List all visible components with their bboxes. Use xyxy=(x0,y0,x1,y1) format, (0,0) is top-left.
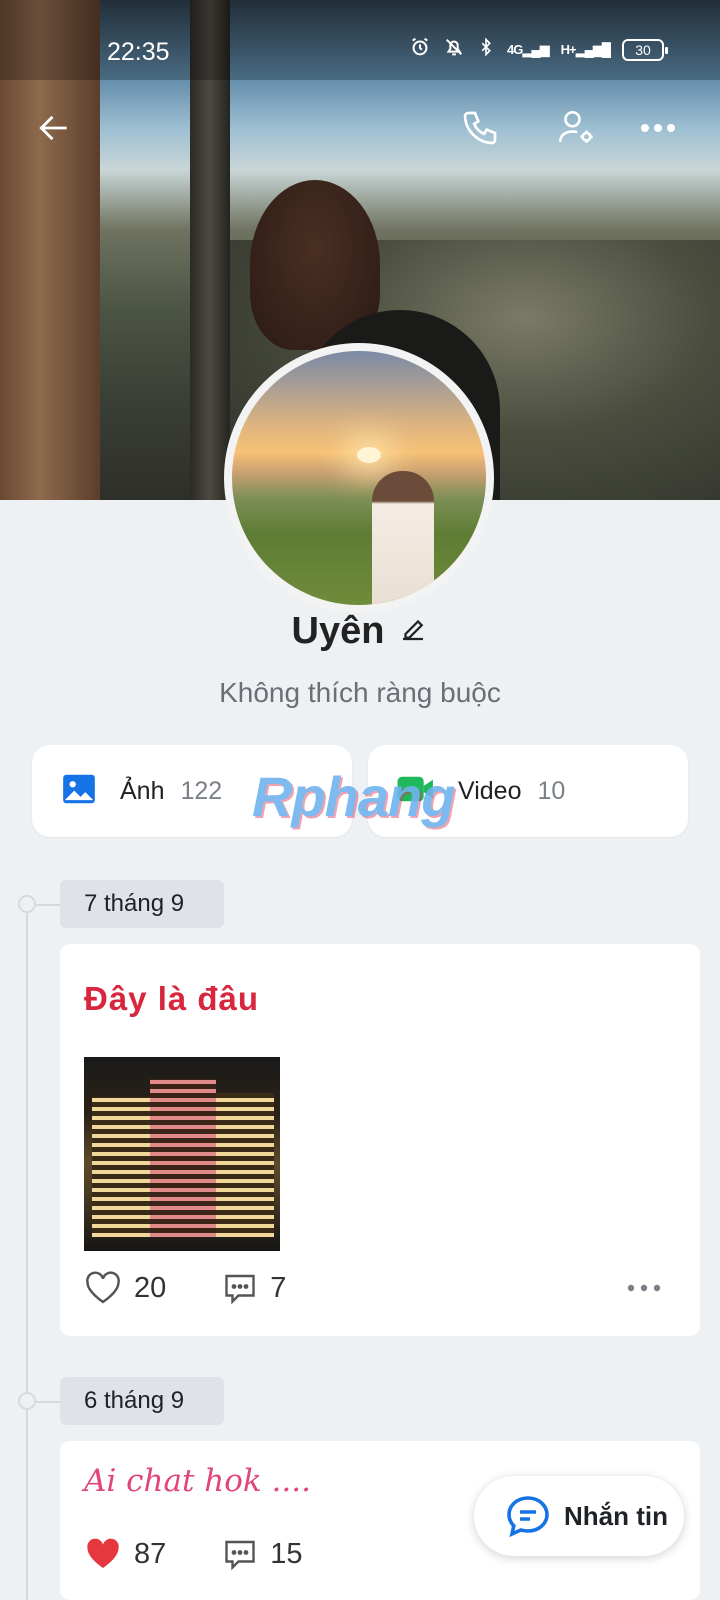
profile-name: Uyên xyxy=(291,610,385,652)
chat-bubble-icon xyxy=(507,1496,549,1538)
image-icon xyxy=(60,770,98,813)
user-settings-icon xyxy=(558,110,593,143)
post-more-button[interactable] xyxy=(626,1267,662,1301)
alarm-icon xyxy=(409,36,431,64)
timeline-dot xyxy=(18,1392,36,1410)
status-bar: 22:35 4G▂▄▆ H+▂▄▆█ 30 xyxy=(0,0,720,104)
bluetooth-icon xyxy=(477,36,495,64)
timeline-dot xyxy=(18,895,36,913)
more-options-button[interactable] xyxy=(630,100,686,156)
post-title: Đây là đâu xyxy=(84,980,260,1017)
mute-bell-icon xyxy=(443,36,465,64)
date-chip: 6 tháng 9 xyxy=(60,1377,224,1425)
status-time: 22:35 xyxy=(107,38,170,66)
phone-icon xyxy=(463,111,497,145)
photos-count: 122 xyxy=(180,776,223,805)
comment-icon xyxy=(225,1274,255,1305)
signal-hplus-icon: H+▂▄▆█ xyxy=(560,42,611,57)
battery-icon: 30 xyxy=(622,39,668,61)
profile-bio: Không thích ràng buộc xyxy=(219,677,501,708)
like-count: 87 xyxy=(134,1537,167,1570)
building-center xyxy=(150,1079,216,1237)
videos-count: 10 xyxy=(537,776,566,805)
avatar[interactable] xyxy=(224,343,494,613)
message-button[interactable]: Nhắn tin xyxy=(474,1476,684,1556)
photos-label: Ảnh xyxy=(120,776,165,805)
profile-name-row: Uyên xyxy=(0,610,720,653)
building-left xyxy=(92,1097,150,1237)
more-horizontal-icon xyxy=(627,1284,661,1292)
arrow-left-icon xyxy=(39,115,67,141)
avatar-person xyxy=(372,471,434,605)
timeline-line xyxy=(26,900,28,1600)
network-a-label: 4G xyxy=(507,42,523,57)
message-button-label: Nhắn tin xyxy=(564,1500,668,1531)
heart-icon xyxy=(86,1271,120,1304)
timeline-connector xyxy=(36,1401,60,1403)
edit-name-icon[interactable] xyxy=(398,614,428,649)
more-horizontal-icon xyxy=(641,124,675,132)
date-chip: 7 tháng 9 xyxy=(60,880,224,928)
post-image[interactable] xyxy=(84,1057,280,1251)
comment-count: 15 xyxy=(270,1537,303,1570)
like-count: 20 xyxy=(134,1271,167,1304)
avatar-sun xyxy=(357,447,381,463)
like-button[interactable]: 87 xyxy=(84,1537,166,1571)
status-icons: 4G▂▄▆ H+▂▄▆█ 30 xyxy=(409,36,668,64)
comment-button[interactable]: 7 xyxy=(222,1271,286,1305)
comment-count: 7 xyxy=(270,1271,287,1304)
feed-post[interactable]: Đây là đâu 20 7 xyxy=(60,944,700,1336)
comment-button[interactable]: 15 xyxy=(222,1537,303,1571)
watermark-logo: Rphang xyxy=(252,765,455,828)
post-actions: 87 15 xyxy=(84,1537,359,1571)
post-title: Ai chat hok .... xyxy=(84,1463,311,1499)
videos-label: Video xyxy=(458,776,522,805)
comment-icon xyxy=(225,1540,255,1571)
like-button[interactable]: 20 xyxy=(84,1271,166,1305)
timeline-connector xyxy=(36,904,60,906)
building-right xyxy=(216,1093,274,1237)
heart-filled-icon xyxy=(87,1538,119,1568)
post-actions: 20 7 xyxy=(84,1271,342,1305)
profile-settings-button[interactable] xyxy=(548,100,604,156)
back-button[interactable] xyxy=(26,100,82,156)
network-b-label: H+ xyxy=(560,42,577,57)
call-button[interactable] xyxy=(452,100,508,156)
signal-4g-icon: 4G▂▄▆ xyxy=(507,42,550,57)
